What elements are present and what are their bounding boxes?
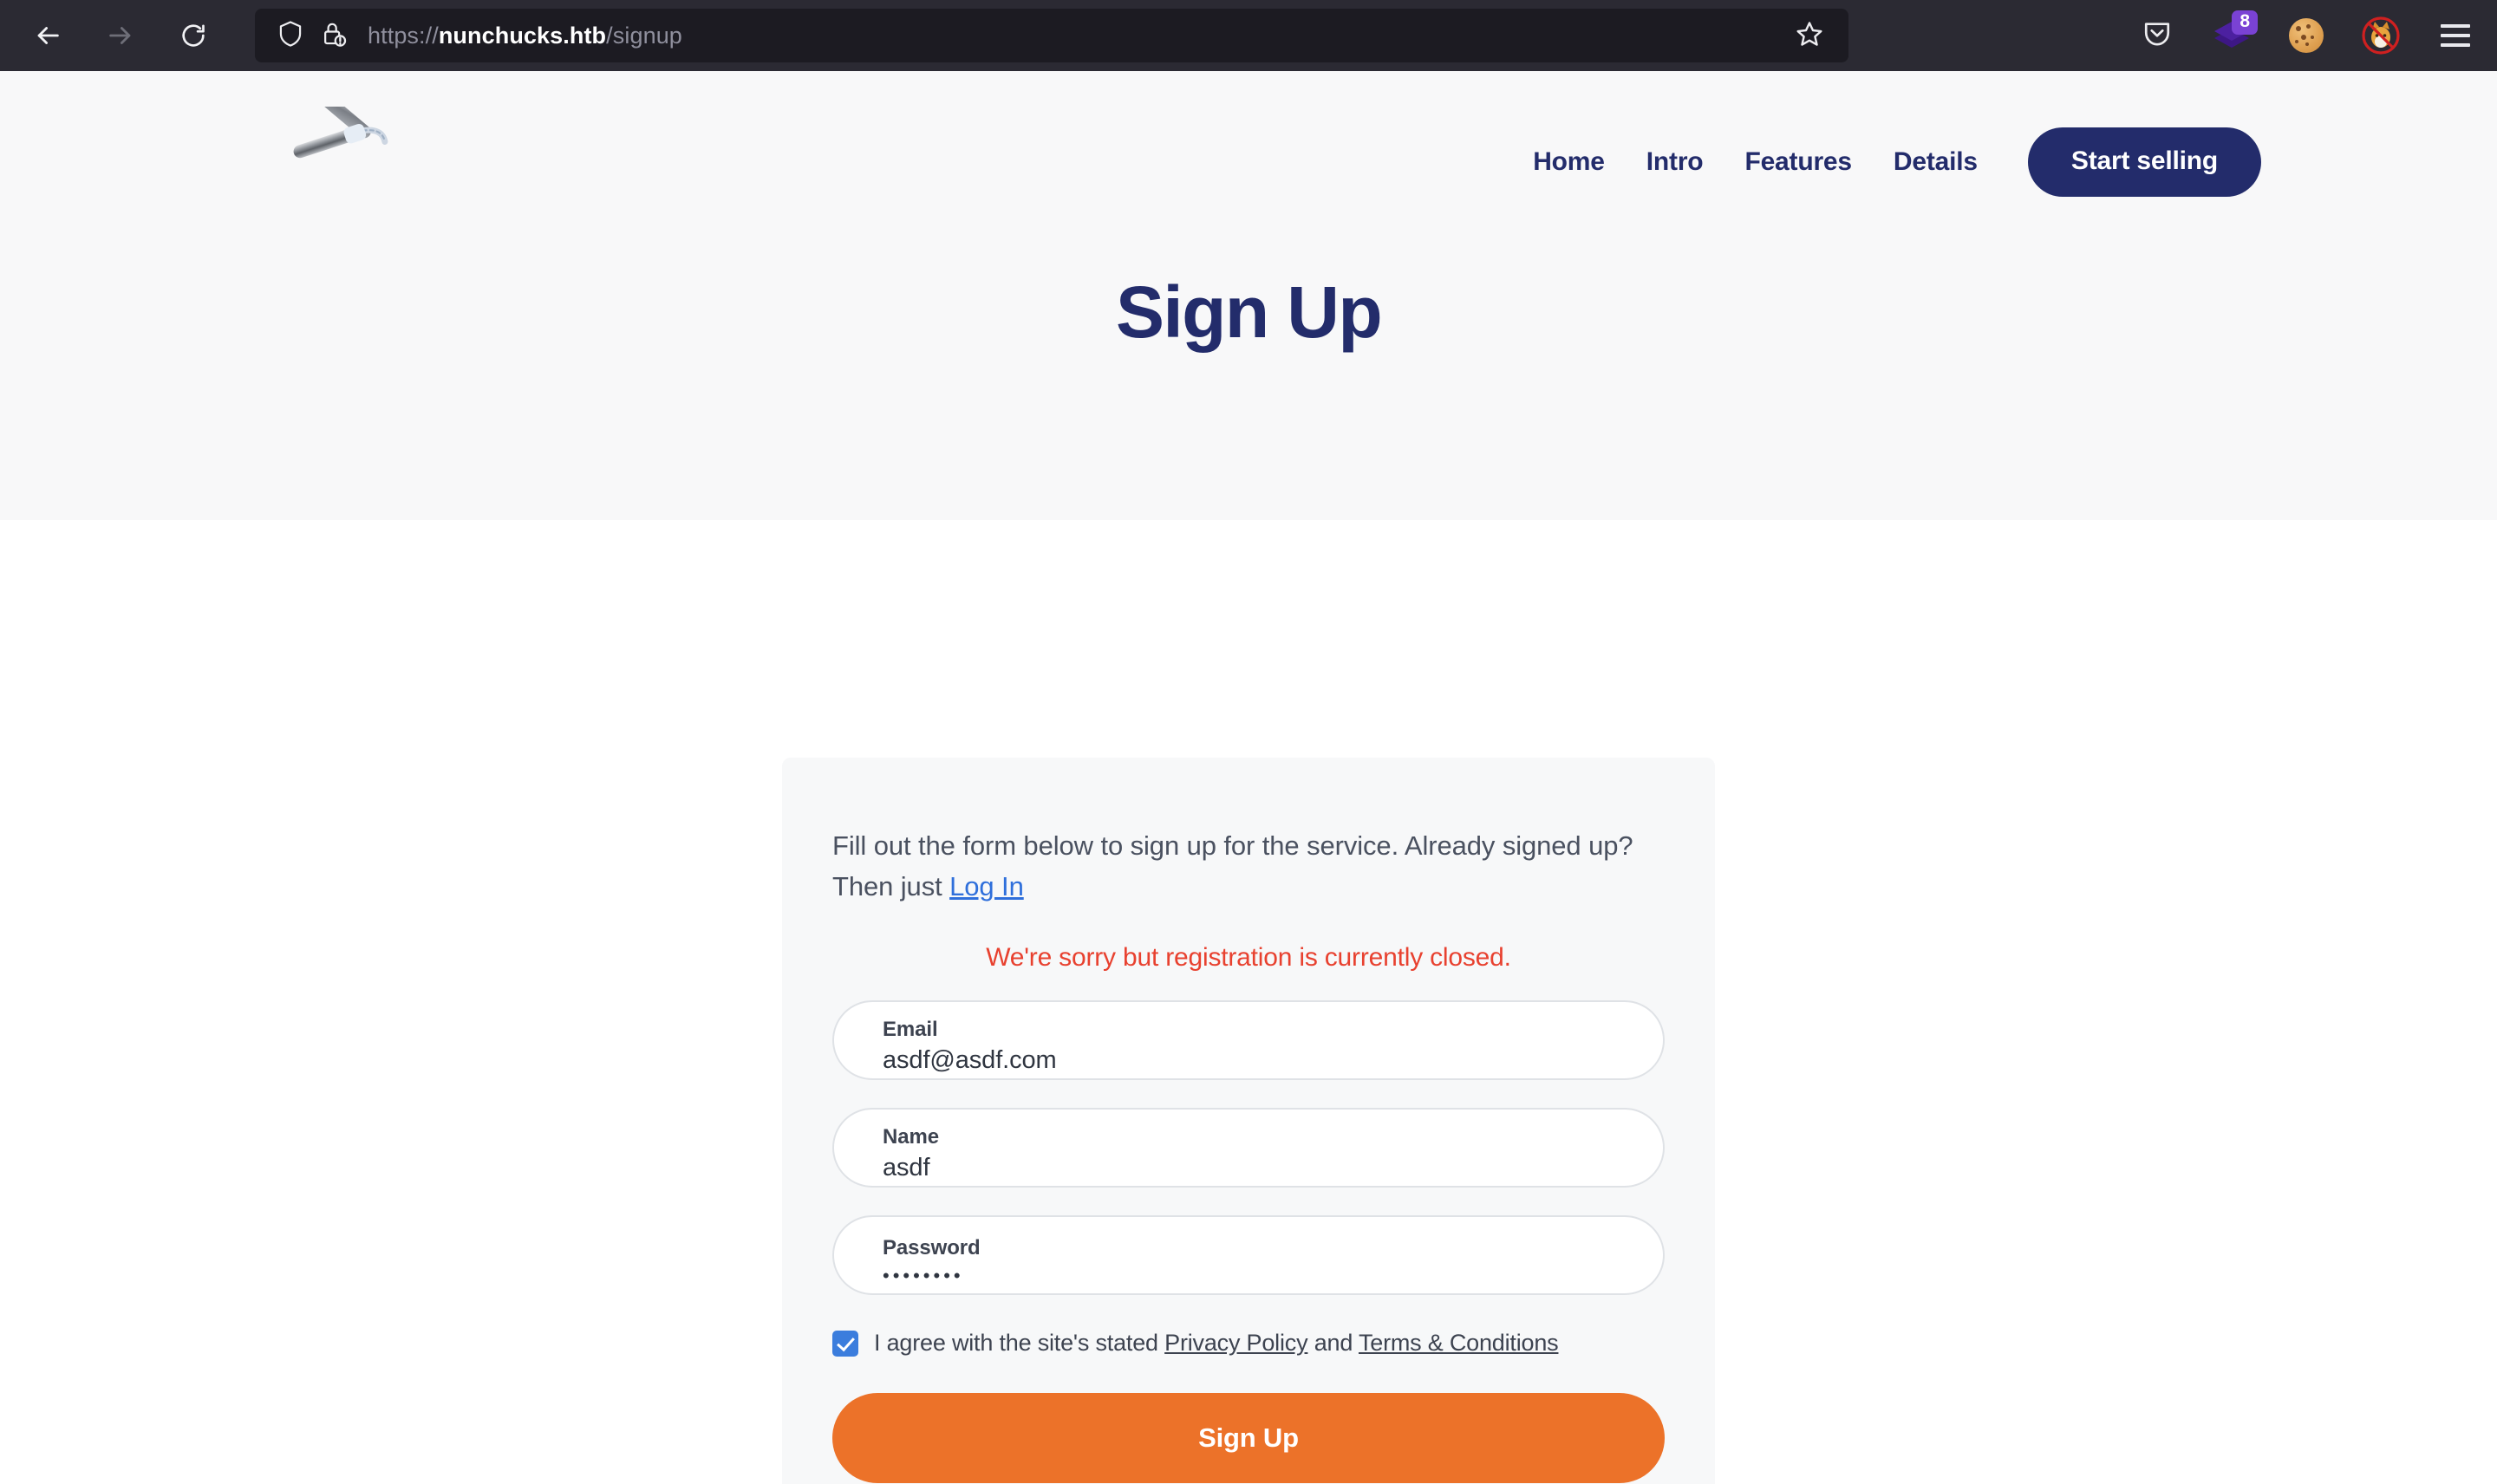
pocket-icon — [2142, 19, 2172, 53]
site-header: Home Intro Features Details Start sellin… — [0, 71, 2497, 253]
nav-link-details[interactable]: Details — [1894, 147, 1978, 177]
terms-conditions-link[interactable]: Terms & Conditions — [1359, 1330, 1559, 1356]
nav-link-home[interactable]: Home — [1533, 147, 1605, 177]
password-field[interactable]: Password •••••••• — [832, 1215, 1665, 1296]
hamburger-menu-icon — [2441, 24, 2470, 47]
agree-text-mid: and — [1307, 1330, 1359, 1357]
foxyproxy-disabled-icon — [2361, 16, 2401, 55]
form-intro-text: Fill out the form below to sign up for t… — [832, 825, 1665, 907]
agree-terms-checkbox[interactable] — [832, 1330, 858, 1357]
name-field-label: Name — [883, 1125, 939, 1149]
cookie-manager-button[interactable] — [2284, 13, 2329, 58]
email-field[interactable]: Email asdf@asdf.com — [832, 1000, 1665, 1081]
pocket-button[interactable] — [2135, 13, 2180, 58]
url-host: nunchucks.htb — [438, 22, 607, 49]
privacy-policy-link[interactable]: Privacy Policy — [1164, 1330, 1307, 1356]
layers-extension-button[interactable]: 8 — [2209, 10, 2258, 58]
email-field-value: asdf@asdf.com — [883, 1046, 1057, 1075]
back-arrow-icon — [33, 21, 62, 50]
nav-link-intro[interactable]: Intro — [1646, 147, 1704, 177]
app-menu-button[interactable] — [2433, 13, 2478, 58]
bookmark-button[interactable] — [1790, 16, 1829, 55]
agree-terms-row: I agree with the site's stated Privacy P… — [832, 1330, 1665, 1357]
insecure-lock-warning-icon[interactable] — [321, 20, 347, 52]
back-button[interactable] — [23, 10, 73, 61]
cookie-icon — [2289, 18, 2324, 53]
navigation-buttons — [0, 10, 218, 61]
signup-form-card: Fill out the form below to sign up for t… — [782, 758, 1715, 1484]
forward-arrow-icon — [106, 21, 135, 50]
url-bar-icons — [277, 20, 347, 52]
nunchucks-logo[interactable] — [286, 85, 442, 218]
start-selling-button[interactable]: Start selling — [2027, 127, 2261, 197]
login-link[interactable]: Log In — [949, 871, 1024, 901]
url-text[interactable]: https://nunchucks.htb/signup — [368, 23, 1790, 49]
main-navigation: Home Intro Features Details Start sellin… — [1533, 127, 2261, 197]
reload-icon — [179, 22, 207, 49]
url-path: /signup — [606, 22, 682, 49]
password-field-value: •••••••• — [883, 1264, 964, 1286]
url-scheme: https:// — [368, 22, 439, 49]
registration-closed-message: We're sorry but registration is currentl… — [986, 943, 1511, 973]
page-content: Home Intro Features Details Start sellin… — [0, 71, 2497, 1484]
name-field[interactable]: Name asdf — [832, 1108, 1665, 1188]
hero-section: Home Intro Features Details Start sellin… — [0, 71, 2497, 520]
agree-terms-label: I agree with the site's stated Privacy P… — [874, 1330, 1559, 1357]
agree-text-start: I agree with the site's stated — [874, 1330, 1165, 1357]
extension-badge-count: 8 — [2232, 10, 2258, 36]
forward-button[interactable] — [95, 10, 146, 61]
email-field-label: Email — [883, 1018, 938, 1042]
url-bar[interactable]: https://nunchucks.htb/signup — [255, 9, 1848, 62]
bookmark-star-icon — [1796, 20, 1823, 52]
tracking-protection-shield-icon[interactable] — [277, 20, 303, 52]
browser-toolbar: https://nunchucks.htb/signup 8 — [0, 0, 2497, 71]
signup-submit-button[interactable]: Sign Up — [832, 1393, 1665, 1484]
name-field-value: asdf — [883, 1154, 930, 1182]
page-title: Sign Up — [1115, 271, 1383, 353]
nav-link-features[interactable]: Features — [1744, 147, 1852, 177]
password-field-label: Password — [883, 1235, 981, 1259]
toolbar-extensions: 8 — [2135, 0, 2478, 71]
reload-button[interactable] — [168, 10, 218, 61]
foxyproxy-button[interactable] — [2358, 13, 2403, 58]
